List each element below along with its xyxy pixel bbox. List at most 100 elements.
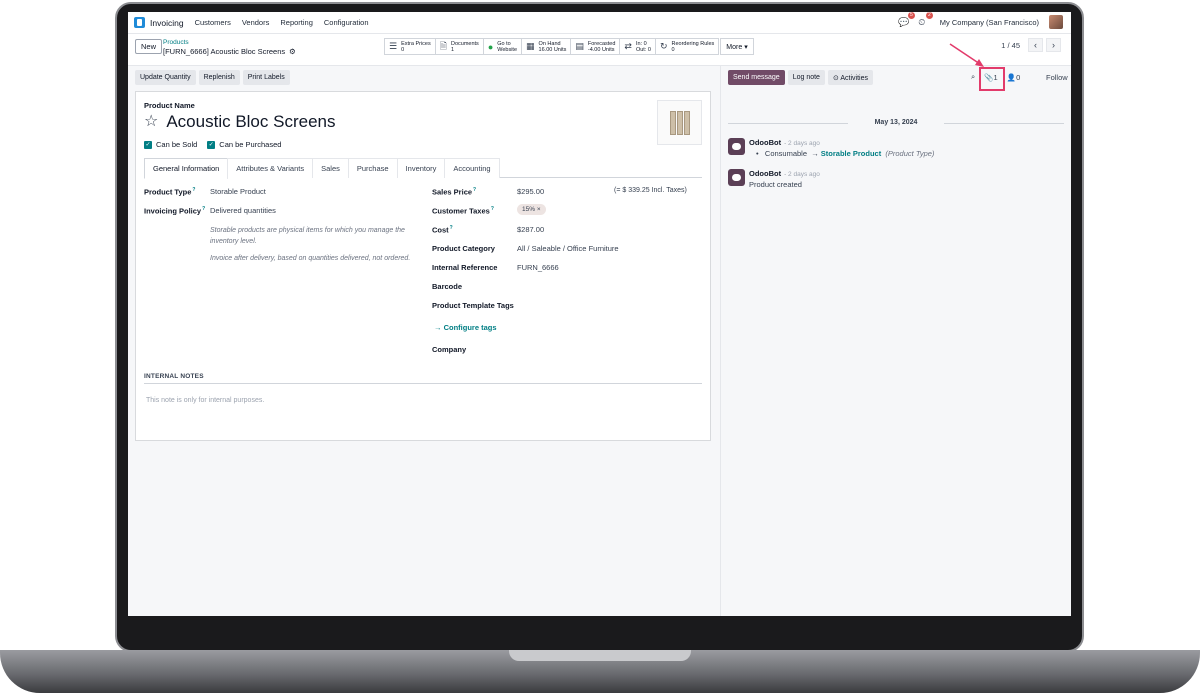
configure-tags-link[interactable]: → Configure tags: [434, 323, 497, 332]
activity-badge: 2: [926, 12, 933, 19]
message-time: - 2 days ago: [784, 171, 820, 178]
replenish-button[interactable]: Replenish: [198, 70, 240, 85]
tab-accounting[interactable]: Accounting: [444, 158, 500, 178]
tracked-field-name: (Product Type): [885, 149, 935, 158]
label-text: Customer Taxes: [432, 206, 490, 216]
field-barcode: Barcode: [432, 282, 702, 301]
author-name[interactable]: OdooBot: [749, 169, 781, 178]
laptop-notch: [509, 650, 691, 661]
product-type-select[interactable]: Storable Product: [210, 187, 266, 196]
field-product-category: Product Category All / Saleable / Office…: [432, 244, 702, 263]
breadcrumb-products[interactable]: Products: [163, 39, 189, 46]
help-tooltip-icon[interactable]: ?: [450, 225, 453, 231]
activity-clock-icon[interactable]: ⏲ 2: [916, 12, 933, 28]
company-switcher[interactable]: My Company (San Francisco): [940, 18, 1039, 27]
smart-on-hand[interactable]: ▦ On Hand 16.00 Units: [521, 38, 572, 55]
message-author: OdooBot - 2 days ago: [749, 138, 820, 147]
field-label: Product Template Tags: [432, 301, 514, 310]
image-panel: [670, 111, 676, 135]
author-name[interactable]: OdooBot: [749, 138, 781, 147]
form-action-buttons: Update Quantity Replenish Print Labels: [135, 70, 290, 85]
log-note-button[interactable]: Log note: [787, 70, 825, 85]
smart-reordering-rules[interactable]: ↻ Reordering Rules 0: [654, 38, 720, 55]
form-sheet: Product Name ☆ Acoustic Bloc Screens ✓ Ca…: [135, 91, 711, 441]
messaging-icon[interactable]: 💬 5: [898, 12, 915, 28]
product-title[interactable]: Acoustic Bloc Screens: [166, 112, 335, 132]
new-button[interactable]: New: [135, 39, 163, 54]
tab-sales[interactable]: Sales: [312, 158, 349, 178]
menu-reporting[interactable]: Reporting: [280, 18, 313, 27]
pager-next-icon[interactable]: ›: [1046, 38, 1061, 52]
chart-icon: ▤: [575, 41, 584, 51]
pager-value[interactable]: 1 / 45: [1001, 41, 1020, 50]
field-label: Product Type?: [144, 187, 195, 197]
search-icon[interactable]: ⌕: [971, 72, 975, 82]
message-body: Product created: [749, 180, 802, 189]
tax-tag[interactable]: 15% ×: [517, 204, 546, 215]
can-be-sold-checkbox[interactable]: ✓ Can be Sold: [144, 140, 197, 149]
smart-buttons: ☰ Extra Prices 0 🗎 Documents 1 ● Go to Website…: [384, 38, 754, 55]
app-menu-icon[interactable]: [134, 17, 145, 28]
invoicing-policy-select[interactable]: Delivered quantities: [210, 206, 276, 215]
laptop-base: [0, 650, 1200, 693]
product-image[interactable]: [657, 100, 702, 145]
star-icon[interactable]: ☆: [144, 114, 158, 130]
field-label: Company: [432, 345, 467, 354]
odoobot-avatar[interactable]: [728, 169, 745, 186]
gear-icon[interactable]: ⚙: [289, 47, 296, 56]
help-tooltip-icon[interactable]: ?: [473, 187, 476, 193]
smart-go-to-website[interactable]: ● Go to Website: [482, 38, 523, 55]
bullet: •: [756, 149, 759, 158]
sales-price-input[interactable]: $295.00: [517, 187, 544, 196]
followers-button[interactable]: 👤0: [1007, 73, 1021, 82]
cost-input[interactable]: $287.00: [517, 225, 544, 234]
update-quantity-button[interactable]: Update Quantity: [135, 70, 196, 85]
systray: 💬 5 ⏲ 2 My Company (San Francisco): [898, 12, 1063, 29]
smart-value: 0: [671, 46, 675, 53]
send-message-button[interactable]: Send message: [728, 70, 785, 85]
follow-button[interactable]: Follow: [1046, 73, 1068, 82]
smart-forecasted[interactable]: ▤ Forecasted -4.00 Units: [570, 38, 621, 55]
tab-purchase[interactable]: Purchase: [347, 158, 398, 178]
help-tooltip-icon[interactable]: ?: [192, 187, 195, 193]
smart-value: -4.00 Units: [587, 46, 615, 53]
activities-button[interactable]: ⊙ Activities: [827, 70, 873, 85]
tab-inventory[interactable]: Inventory: [396, 158, 446, 178]
smart-extra-prices[interactable]: ☰ Extra Prices 0: [384, 38, 436, 55]
field-invoicing-policy: Invoicing Policy? Delivered quantities: [144, 206, 424, 225]
tab-general-information[interactable]: General Information: [144, 158, 229, 179]
internal-notes-input[interactable]: This note is only for internal purposes.: [146, 397, 264, 404]
more-button[interactable]: More ▾: [720, 38, 754, 55]
user-avatar[interactable]: [1049, 15, 1063, 29]
label-text: Sales Price: [432, 187, 473, 197]
tab-attributes-variants[interactable]: Attributes & Variants: [227, 158, 314, 178]
odoobot-avatar[interactable]: [728, 138, 745, 155]
smart-label: Documents: [450, 40, 479, 47]
messaging-badge: 5: [908, 12, 915, 19]
smart-value: Website: [497, 46, 518, 53]
can-be-purchased-label: Can be Purchased: [219, 140, 282, 149]
annotation-arrow-icon: [949, 43, 984, 67]
app-name[interactable]: Invoicing: [150, 18, 184, 28]
old-value: Consumable: [764, 149, 808, 158]
cubes-icon: ▦: [526, 41, 535, 51]
product-checkboxes: ✓ Can be Sold ✓ Can be Purchased: [144, 140, 281, 149]
smart-documents[interactable]: 🗎 Documents 1: [434, 38, 484, 55]
menu-vendors[interactable]: Vendors: [242, 18, 270, 27]
category-select[interactable]: All / Saleable / Office Furniture: [517, 244, 619, 253]
menu-configuration[interactable]: Configuration: [324, 18, 369, 27]
help-tooltip-icon[interactable]: ?: [491, 206, 494, 212]
form-area: Update Quantity Replenish Print Labels P…: [128, 66, 721, 616]
can-be-purchased-checkbox[interactable]: ✓ Can be Purchased: [207, 140, 281, 149]
menu-customers[interactable]: Customers: [195, 18, 231, 27]
smart-value: 16.00 Units: [538, 46, 567, 53]
print-labels-button[interactable]: Print Labels: [242, 70, 290, 85]
followers-count: 0: [1016, 72, 1021, 82]
smart-in-out[interactable]: ⇄ In: 0 Out: 0: [619, 38, 656, 55]
pager-previous-icon[interactable]: ‹: [1028, 38, 1043, 52]
help-tooltip-icon[interactable]: ?: [202, 206, 205, 212]
internal-reference-input[interactable]: FURN_6666: [517, 263, 559, 272]
arrow-right-icon: →: [811, 149, 819, 158]
chatter-message: OdooBot - 2 days ago • Consumable → Stora…: [728, 138, 1058, 160]
field-label: Internal Reference: [432, 263, 498, 272]
